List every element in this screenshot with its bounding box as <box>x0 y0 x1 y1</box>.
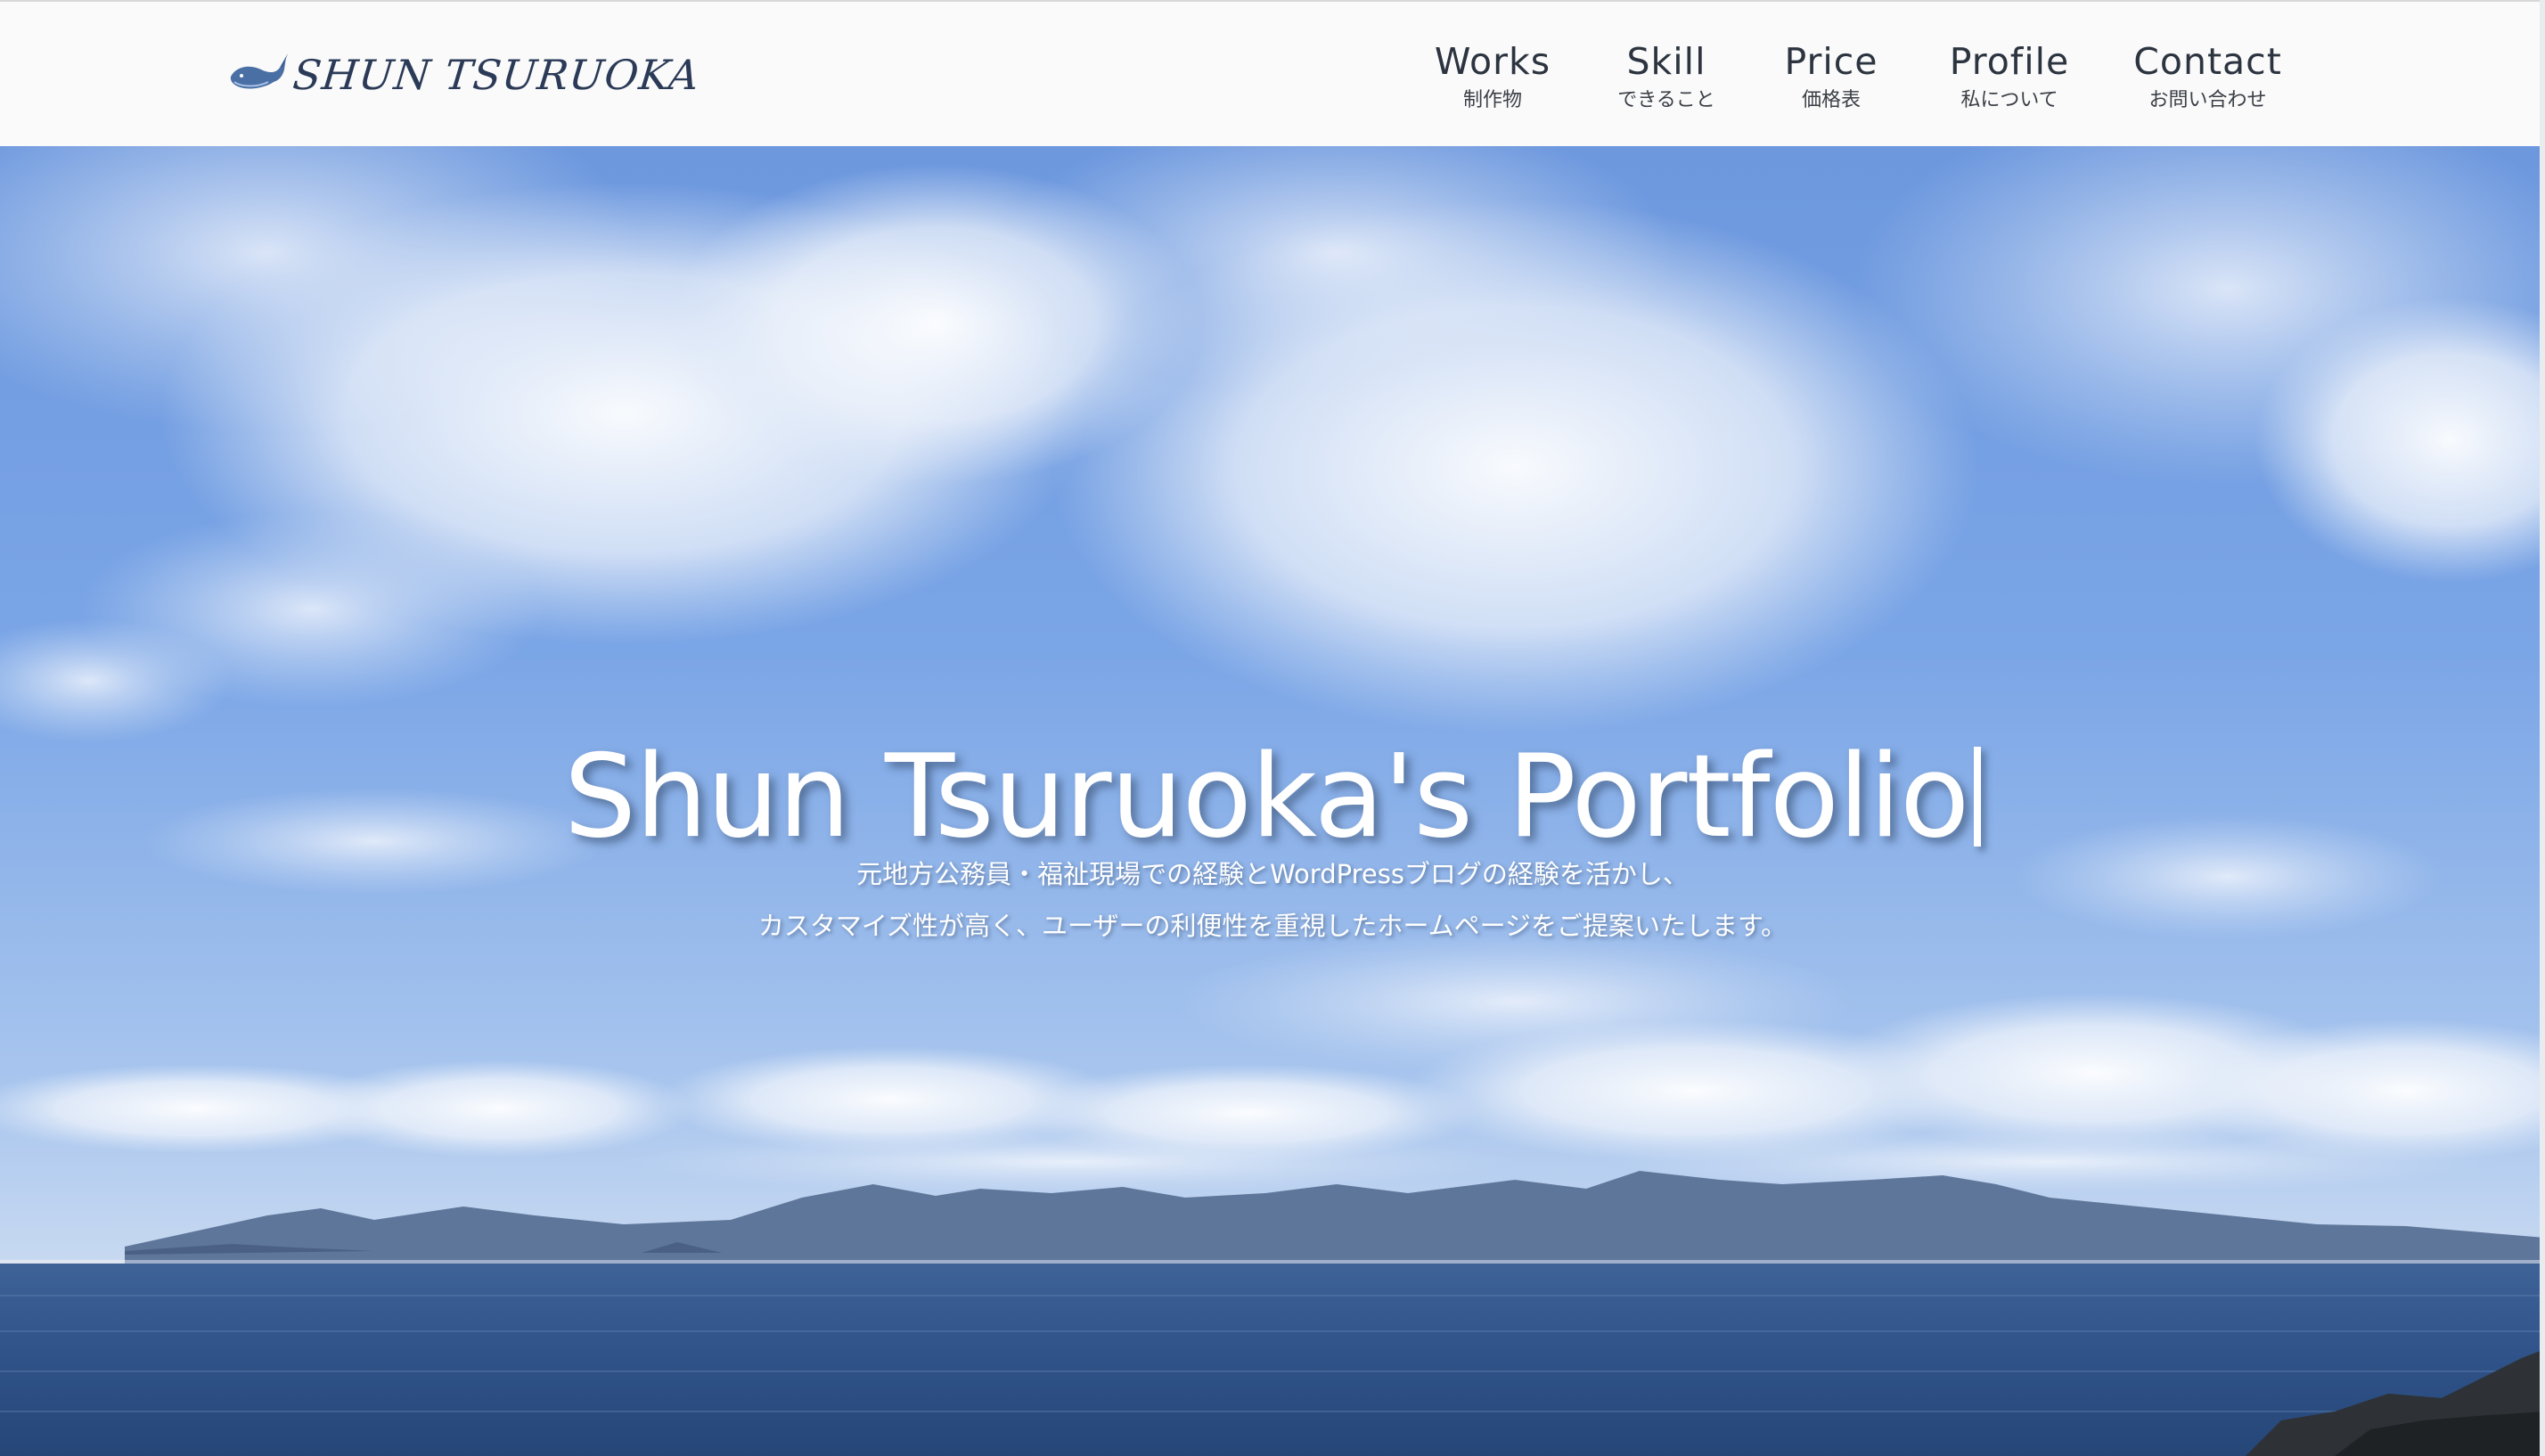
nav-item-skill[interactable]: Skill できること <box>1613 36 1720 114</box>
main-nav: Works 制作物 Skill できること Price 価格表 Profile … <box>0 36 2545 125</box>
nav-item-contact[interactable]: Contact お問い合わせ <box>2133 36 2282 114</box>
nav-item-works[interactable]: Works 制作物 <box>1435 36 1550 114</box>
nav-item-price[interactable]: Price 価格表 <box>1778 36 1885 114</box>
window-edge <box>2540 0 2545 1456</box>
nav-sublabel: 制作物 <box>1462 89 1522 111</box>
nav-sublabel: お問い合わせ <box>2148 89 2267 111</box>
hero-description-line: カスタマイズ性が高く、ユーザーの利便性を重視したホームページをご提案いたします。 <box>757 911 1788 941</box>
hero-description-line: 元地方公務員・福祉現場での経験とWordPressブログの経験を活かし、 <box>856 859 1689 889</box>
hero-title-text: Shun Tsuruoka's Portfolio <box>563 730 1970 863</box>
hero-title: Shun Tsuruoka's Portfolio <box>0 731 2545 863</box>
nav-sublabel: できること <box>1617 89 1715 111</box>
nav-label: Contact <box>2133 40 2282 83</box>
typing-cursor <box>1974 746 1982 847</box>
nav-sublabel: 価格表 <box>1801 89 1861 111</box>
nav-label: Skill <box>1626 40 1706 83</box>
hero-section: Shun Tsuruoka's Portfolio 元地方公務員・福祉現場での経… <box>0 146 2545 1456</box>
site-header: SHUN TSURUOKA Works 制作物 Skill できること Pric… <box>0 0 2545 146</box>
nav-item-profile[interactable]: Profile 私について <box>1943 36 2076 114</box>
nav-label: Price <box>1784 40 1878 83</box>
hero-description: 元地方公務員・福祉現場での経験とWordPressブログの経験を活かし、 カスタ… <box>0 848 2545 952</box>
nav-label: Profile <box>1949 40 2070 83</box>
nav-sublabel: 私について <box>1960 89 2058 111</box>
nav-label: Works <box>1434 40 1551 83</box>
